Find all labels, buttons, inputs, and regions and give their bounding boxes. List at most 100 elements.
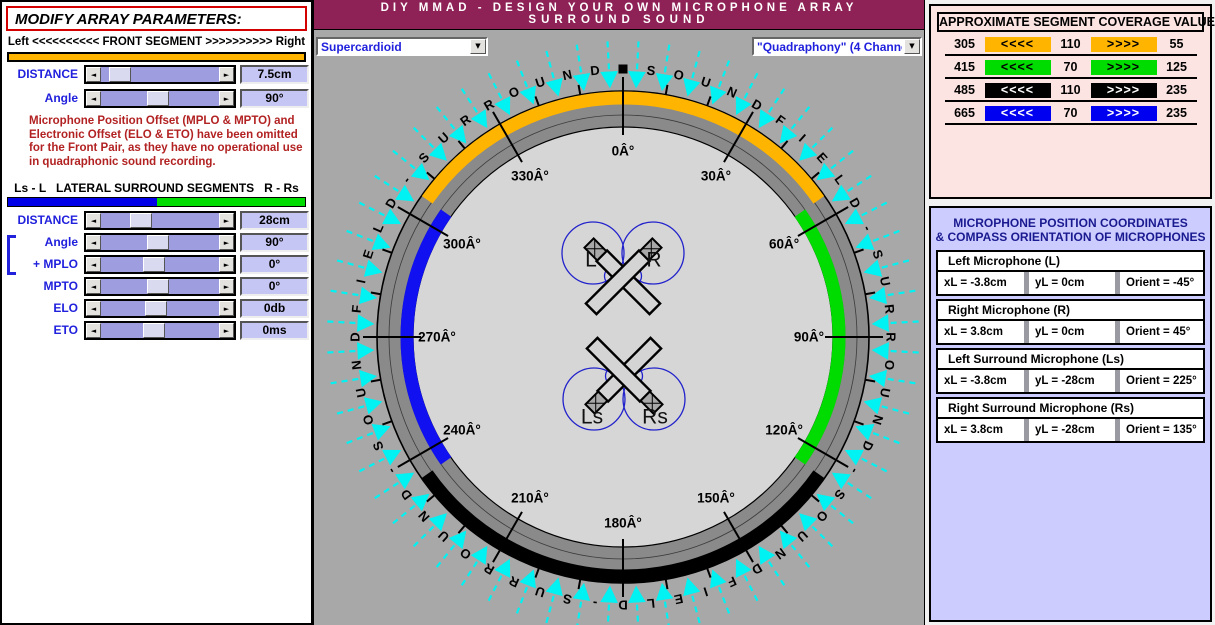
slider-track[interactable] <box>101 257 219 272</box>
flow-arrow-line <box>690 591 701 624</box>
flow-arrow-line <box>869 430 900 445</box>
slider-thumb[interactable] <box>145 301 168 316</box>
minor-tick <box>370 291 381 296</box>
flow-arrow-line <box>576 597 583 625</box>
mic-section-label: Left Surround Microphone (Ls) <box>936 348 1205 370</box>
slider-mpto[interactable]: ◄ ► <box>84 277 236 296</box>
slider-value: 90° <box>240 233 309 252</box>
slider-thumb[interactable] <box>129 213 152 228</box>
ring-letter: U <box>877 275 894 287</box>
slider-increment-button[interactable]: ► <box>219 323 234 338</box>
flow-arrow-head <box>655 73 674 92</box>
minor-tick <box>382 248 393 254</box>
slider-track[interactable] <box>101 235 219 250</box>
mic-section-label: Right Microphone (R) <box>936 299 1205 321</box>
flow-arrow-line <box>330 289 363 297</box>
panel-title-box: MODIFY ARRAY PARAMETERS: <box>6 6 307 31</box>
flow-arrow-line <box>575 44 583 77</box>
flow-arrow-head <box>371 424 391 441</box>
flow-arrow-line <box>336 404 369 415</box>
slider-angle[interactable]: ◄ ► <box>84 89 236 108</box>
ring-letter: S <box>831 487 848 503</box>
note-line: in quadraphonic sound recording. <box>29 155 216 168</box>
flow-arrow-head <box>683 77 701 97</box>
slider-decrement-button[interactable]: ◄ <box>86 67 101 82</box>
slider-track[interactable] <box>101 67 219 82</box>
slider-increment-button[interactable]: ► <box>219 67 234 82</box>
note-line: Microphone Position Offset (MPLO & MPTO)… <box>29 115 295 127</box>
flow-arrow-head <box>779 124 798 144</box>
slider-eto[interactable]: ◄ ► <box>84 321 236 340</box>
ring-letter: I <box>353 278 368 285</box>
coordinates-title: MICROPHONE POSITION COORDINATES & COMPAS… <box>931 216 1210 244</box>
flow-arrow-head <box>572 73 591 92</box>
slider-decrement-button[interactable]: ◄ <box>86 235 101 250</box>
slider-thumb[interactable] <box>143 323 166 338</box>
slider-thumb[interactable] <box>143 257 166 272</box>
mic-section: Left Microphone (L) xL = -3.8cm yL = 0cm Or… <box>936 250 1205 296</box>
slider--mplo[interactable]: ◄ ► <box>84 255 236 274</box>
slider-thumb[interactable] <box>147 235 170 250</box>
chevron-down-icon[interactable]: ▼ <box>470 39 486 54</box>
ring-letter: U <box>794 527 811 544</box>
coverage-left-arrows: <<<< <box>984 60 1051 75</box>
slider-distance[interactable]: ◄ ► <box>84 65 236 84</box>
flow-arrow-head <box>863 259 883 277</box>
slider-decrement-button[interactable]: ◄ <box>86 91 101 106</box>
slider-increment-button[interactable]: ► <box>219 279 234 294</box>
coverage-right-limit: 55 <box>1169 37 1184 51</box>
app-title-line1: DIY MMAD - DESIGN YOUR OWN MICROPHONE AR… <box>380 2 858 14</box>
minor-tick <box>853 420 864 426</box>
ring-letter: - <box>860 223 875 233</box>
coverage-span: 70 <box>1063 106 1078 120</box>
mic-section-label: Right Surround Microphone (Rs) <box>936 397 1205 419</box>
left-surround-color <box>8 198 157 206</box>
slider-decrement-button[interactable]: ◄ <box>86 301 101 316</box>
ring-letter: S <box>415 149 432 166</box>
slider-increment-button[interactable]: ► <box>219 257 234 272</box>
slider-decrement-button[interactable]: ◄ <box>86 323 101 338</box>
minor-tick <box>534 567 540 578</box>
mic-y-coordinate: yL = -28cm <box>1029 419 1115 441</box>
slider-track[interactable] <box>101 213 219 228</box>
slider-thumb[interactable] <box>108 67 131 82</box>
coverage-span: 110 <box>1060 37 1081 51</box>
mic-values-row: xL = 3.8cm yL = 0cm Orient = 45° <box>936 321 1205 345</box>
slider-decrement-button[interactable]: ◄ <box>86 279 101 294</box>
modify-parameters-panel: MODIFY ARRAY PARAMETERS: Left <<<<<<<<<<… <box>0 0 313 625</box>
slider-angle[interactable]: ◄ ► <box>84 233 236 252</box>
slider-distance[interactable]: ◄ ► <box>84 211 236 230</box>
flow-arrow-line <box>788 106 811 133</box>
ring-letter: S <box>561 591 573 608</box>
flow-arrow-line <box>886 349 919 354</box>
slider-decrement-button[interactable]: ◄ <box>86 213 101 228</box>
compass-inner-disc <box>412 126 834 548</box>
slider-thumb[interactable] <box>147 91 170 106</box>
chevron-down-icon[interactable]: ▼ <box>904 39 920 54</box>
slider-increment-button[interactable]: ► <box>219 235 234 250</box>
flow-arrow-line <box>808 522 834 548</box>
coverage-left-limit: 665 <box>954 106 975 120</box>
slider-decrement-button[interactable]: ◄ <box>86 257 101 272</box>
slider-increment-button[interactable]: ► <box>219 91 234 106</box>
slider-elo[interactable]: ◄ ► <box>84 299 236 318</box>
minor-tick <box>382 420 393 426</box>
slider-increment-button[interactable]: ► <box>219 301 234 316</box>
slider-track[interactable] <box>101 279 219 294</box>
slider-track[interactable] <box>101 323 219 338</box>
slider-track[interactable] <box>101 91 219 106</box>
slider-value: 28cm <box>240 211 309 230</box>
slider-thumb[interactable] <box>147 279 170 294</box>
ring-letter: O <box>672 66 685 83</box>
degree-label: 120Â° <box>765 423 803 438</box>
polar-pattern-dropdown[interactable]: Supercardioid ▼ <box>316 37 488 56</box>
channels-dropdown[interactable]: "Quadraphony" (4 Channels ▼ <box>752 37 922 56</box>
app-title-line2: SURROUND SOUND <box>528 14 710 26</box>
mic-orientation: Orient = -45° <box>1120 272 1203 294</box>
slider-increment-button[interactable]: ► <box>219 213 234 228</box>
slider-row-angle: Angle ◄ ► 90° <box>2 233 311 253</box>
mic-x-coordinate: xL = -3.8cm <box>938 272 1024 294</box>
mic-x-coordinate: xL = 3.8cm <box>938 321 1024 343</box>
slider-track[interactable] <box>101 301 219 316</box>
flow-arrow-line <box>663 597 670 625</box>
